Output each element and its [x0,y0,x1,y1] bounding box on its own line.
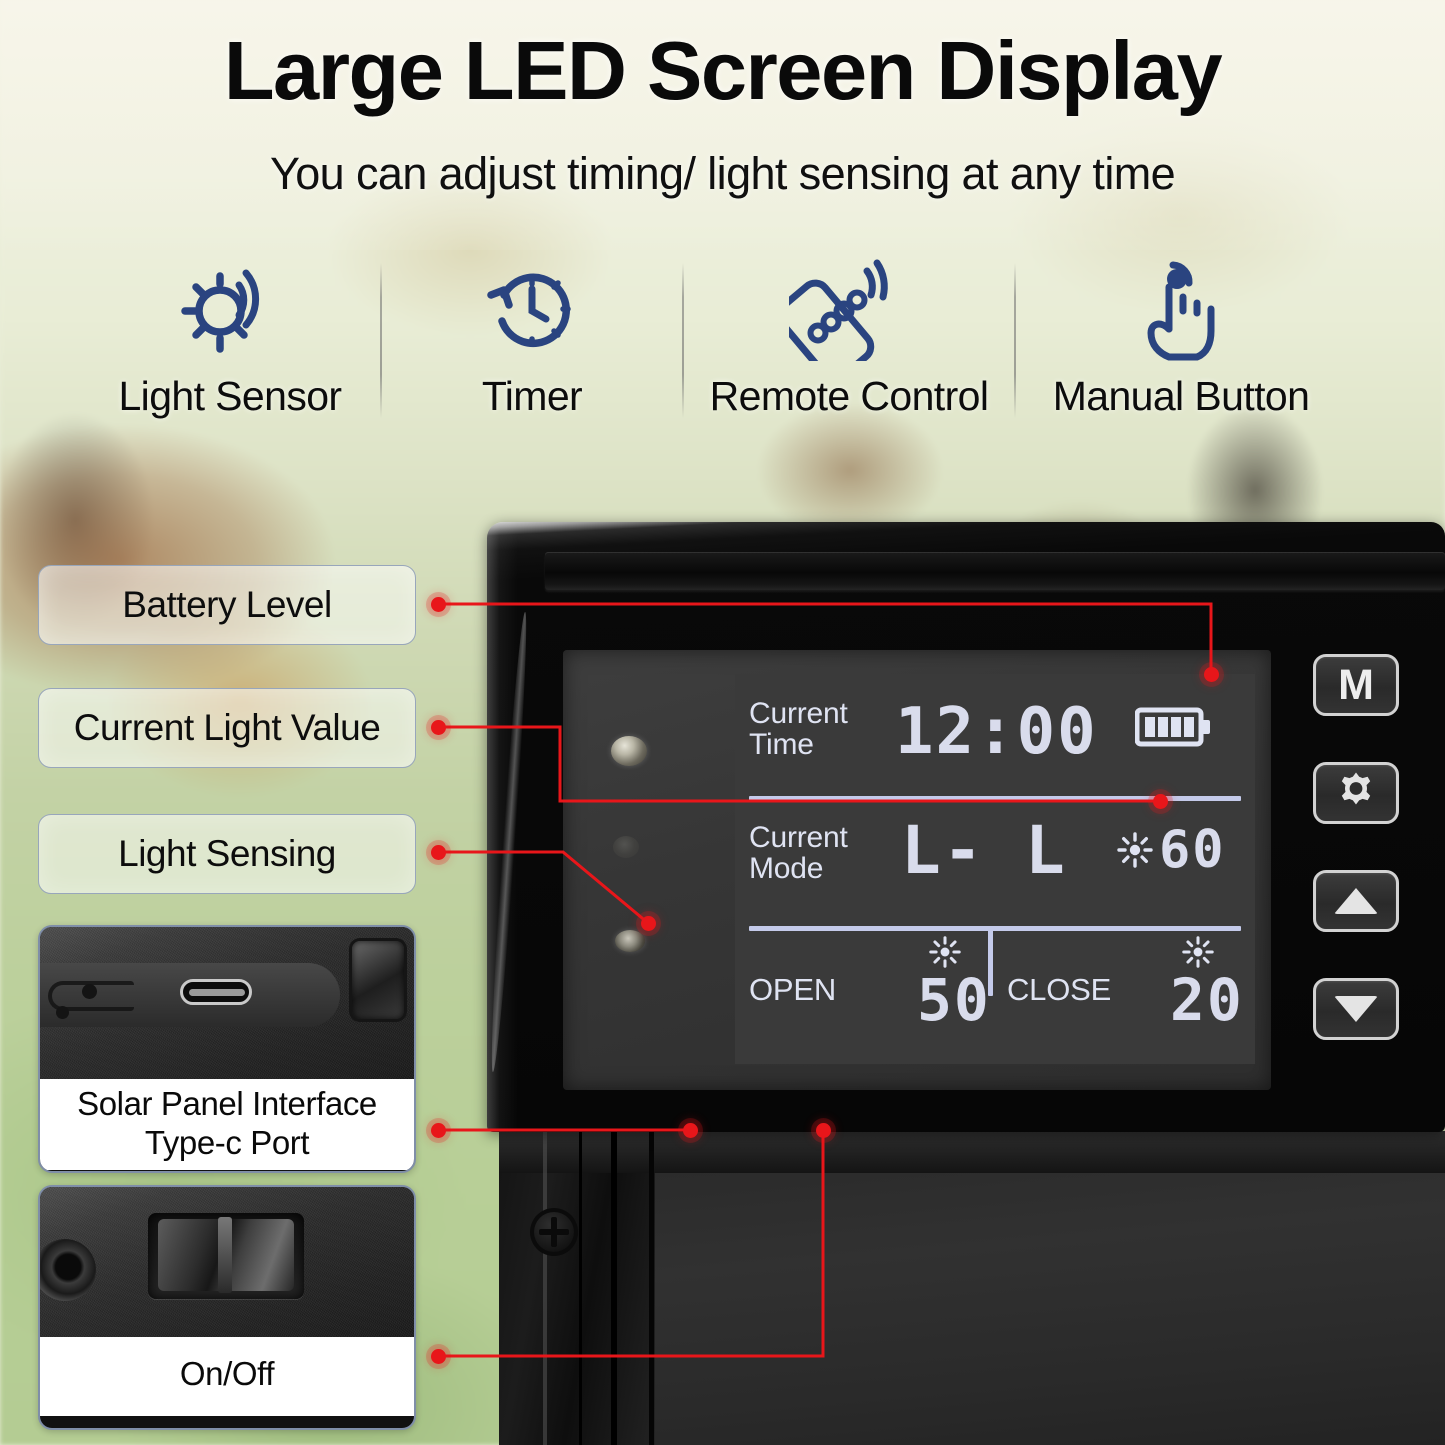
lcd-label-line2: Time [749,728,814,762]
lower-body-face [655,1173,1445,1445]
sun-icon [1117,832,1153,873]
usb-symbol-dot [82,984,97,999]
lower-body-top-edge [499,1131,1445,1173]
up-button[interactable] [1313,870,1399,932]
callout-endpoint-battery [1204,667,1219,682]
body-seam [649,1131,654,1445]
feature-manual-button: Manual Button [1016,255,1346,445]
rocker-notch [218,1217,232,1293]
callout-endpoint-light-value [1153,794,1168,809]
callout-text: Battery Level [122,584,332,625]
inset-caption-line2: Type-c Port [144,1123,310,1161]
inset-caption-line1: Solar Panel Interface [77,1085,377,1122]
feature-row: Light Sensor Timer Remote Control Manual… [80,255,1380,445]
callout-dot-typec [431,1123,446,1138]
inset-caption: On/Off [40,1337,414,1416]
callout-label-light-sensing: Light Sensing [38,814,416,894]
on-off-switch-photo [40,1187,414,1337]
lcd-mode-light-value: 60 [1159,820,1226,880]
feature-label: Remote Control [709,373,989,419]
callout-dot-light-value [431,720,446,735]
feature-light-sensor: Light Sensor [80,255,380,445]
feature-timer: Timer [382,255,682,445]
mode-button[interactable]: M [1313,654,1399,716]
inset-on-off-switch: On/Off [38,1185,416,1430]
lcd-close-label: CLOSE [1007,972,1112,1007]
lcd-mode-value-left: L- [901,812,985,889]
feature-label: Timer [481,373,583,419]
callout-text: Current Light Value [73,707,381,748]
callout-text: Light Sensing [118,833,336,874]
secondary-sensor-dot [613,836,639,858]
callout-dot-battery [431,597,446,612]
lcd-divider-2 [749,926,1241,931]
battery-full-icon [1134,706,1215,753]
usb-symbol-dot [56,1006,69,1019]
device-control-unit: Current Time 12:00 Current Mode L- L 60 … [487,522,1445,1132]
callout-dot-onoff [431,1349,446,1364]
lcd-label-line1: Current [749,697,848,730]
page-subtitle: You can adjust timing/ light sensing at … [269,148,1176,199]
body-seam [579,1131,582,1445]
lcd-label-line2: Mode [749,852,824,886]
lcd-close-value: 20 [1170,966,1244,1034]
arrow-down-icon [1334,996,1378,1022]
lcd-mode-value-right: L [1025,812,1067,889]
feature-remote-control: Remote Control [684,255,1014,445]
screw-icon [530,1208,578,1256]
light-sensor-icon [176,255,284,363]
device-top-groove [545,552,1445,590]
lcd-current-mode-label: Current Mode [749,821,848,886]
lcd-bezel: Current Time 12:00 Current Mode L- L 60 … [563,650,1271,1090]
timer-clock-icon [480,255,584,363]
inset-caption-line1: On/Off [179,1355,275,1392]
callout-endpoint-light-sensing [641,916,656,931]
inset-solar-panel-typec-port: Solar Panel Interface Type-c Port [38,925,416,1173]
callout-label-battery-level: Battery Level [38,565,416,645]
lcd-open-value: 50 [917,966,991,1034]
lcd-screen: Current Time 12:00 Current Mode L- L 60 … [735,674,1255,1064]
lcd-time-value: 12:00 [895,695,1098,769]
lcd-current-time-label: Current Time [749,697,848,762]
body-seam [611,1131,617,1445]
gear-icon [1334,769,1378,818]
infographic-page: Large LED Screen Display You can adjust … [0,0,1445,1445]
lcd-label-line1: Current [749,821,848,854]
typec-connector-icon [180,979,252,1005]
ir-receiver-dot [615,930,645,952]
callout-dot-light-sensing [431,845,446,860]
callout-endpoint-onoff [816,1123,831,1138]
down-button[interactable] [1313,978,1399,1040]
side-button-shape [352,941,404,1019]
letter-m-icon: M [1338,660,1374,709]
device-lower-body [499,1131,1445,1445]
arrow-up-icon [1334,888,1378,914]
remote-control-icon [789,255,909,363]
page-title: Large LED Screen Display [223,24,1223,117]
light-sensor-dot [611,736,647,766]
callout-endpoint-typec [683,1123,698,1138]
feature-label: Manual Button [1052,373,1310,419]
inset-caption: Solar Panel Interface Type-c Port [40,1079,414,1170]
body-seam [543,1131,547,1445]
callout-label-current-light-value: Current Light Value [38,688,416,768]
lcd-open-label: OPEN [749,972,837,1007]
settings-button[interactable] [1313,762,1399,824]
feature-label: Light Sensor [118,373,342,419]
typec-port-photo [40,927,414,1079]
hand-press-icon [1133,255,1229,363]
